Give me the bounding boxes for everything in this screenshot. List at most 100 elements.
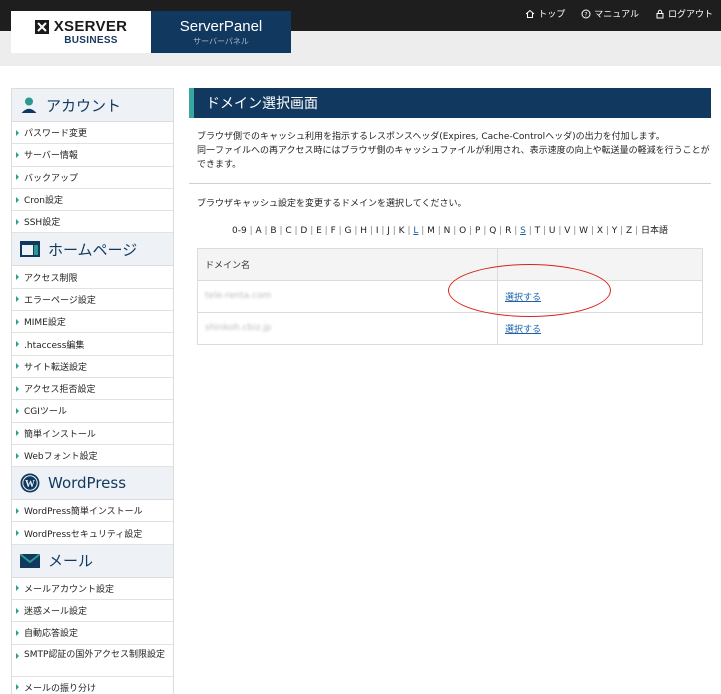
alphabet-separator: | (540, 225, 549, 236)
home-icon (525, 9, 535, 18)
description-line: 同一ファイルへの再アクセス時にはブラウザ側のキャッシュファイルが利用され、表示速… (197, 145, 710, 170)
bullet-icon (16, 218, 19, 225)
bullet-icon (16, 507, 19, 514)
bullet-icon (16, 318, 19, 325)
domain-name-cell: shinkoh.cbiz.jp (197, 311, 498, 345)
sidebar-item-webfont[interactable]: Webフォント設定 (12, 445, 173, 468)
alphabet-separator: | (351, 225, 361, 236)
alphabet-letter: 日本語 (640, 225, 668, 236)
bullet-icon (16, 129, 19, 136)
alphabet-separator: | (367, 225, 376, 236)
action-cell: 選択する (497, 311, 703, 345)
sidebar-item-mail-filter[interactable]: メールの振り分け (12, 677, 173, 694)
sidebar-item-label: アクセス拒否設定 (24, 385, 96, 396)
sidebar-section-mail: メール (12, 544, 173, 578)
sidebar-item-error-page[interactable]: エラーページ設定 (12, 289, 173, 312)
xserver-logo[interactable]: XSERVER BUSINESS (11, 11, 151, 53)
wordpress-icon: W (20, 473, 40, 493)
bullet-icon (16, 363, 19, 370)
sidebar-item-label: CGIツール (24, 407, 67, 418)
sidebar-item-label: サイト転送設定 (24, 362, 88, 373)
table-row: tele-renta.com 選択する (197, 279, 703, 313)
alphabet-separator: | (588, 225, 597, 236)
sidebar-item-label: メールの振り分け (24, 683, 97, 694)
sidebar-section-title: メール (48, 552, 94, 571)
sidebar-item-label: サーバー情報 (24, 151, 78, 162)
sidebar-item-smtp-restrict[interactable]: SMTP認証の国外アクセス制限設定 (12, 645, 173, 677)
sidebar-item-password[interactable]: パスワード変更 (12, 122, 173, 145)
serverpanel-logo[interactable]: ServerPanel サーバーパネル (151, 11, 291, 53)
svg-text:W: W (25, 479, 35, 490)
sidebar-item-label: 簡単インストール (24, 429, 96, 440)
alphabet-separator: | (555, 225, 565, 236)
sidebar-item-label: .htaccess編集 (24, 340, 85, 351)
bullet-icon (16, 407, 19, 414)
alphabet-separator: | (321, 225, 331, 236)
main-content: ドメイン選択画面 ブラウザ側でのキャッシュ利用を指示するレスポンスヘッダ(Exp… (189, 88, 711, 345)
table-row: shinkoh.cbiz.jp 選択する (197, 311, 703, 345)
sidebar-item-access-deny[interactable]: アクセス拒否設定 (12, 378, 173, 401)
description-line: ブラウザ側でのキャッシュ利用を指示するレスポンスヘッダ(Expires, Cac… (197, 132, 665, 142)
sidebar-item-ssh[interactable]: SSH設定 (12, 211, 173, 234)
sidebar-item-label: メールアカウント設定 (24, 584, 115, 595)
sidebar-item-easy-install[interactable]: 簡単インストール (12, 423, 173, 445)
select-domain-link[interactable]: 選択する (505, 293, 541, 303)
sidebar-item-spam[interactable]: 迷惑メール設定 (12, 600, 173, 623)
nav-top-link[interactable]: トップ (525, 7, 565, 20)
sidebar-item-label: MIME設定 (24, 318, 66, 329)
sidebar-section-title: ホームページ (48, 240, 138, 259)
nav-manual-link[interactable]: ? マニュアル (581, 7, 639, 20)
bullet-icon (16, 341, 19, 348)
select-domain-link[interactable]: 選択する (505, 325, 541, 335)
bullet-icon (16, 151, 19, 158)
sidebar-section-homepage: ホームページ (12, 233, 173, 267)
alphabet-letter: M (427, 225, 435, 236)
nav-manual-label: マニュアル (594, 10, 639, 20)
sidebar-item-cgi-tools[interactable]: CGIツール (12, 400, 173, 423)
logo-sub-text: BUSINESS (64, 35, 118, 46)
bullet-icon (16, 585, 19, 592)
bullet-icon (16, 452, 19, 459)
sidebar-item-htaccess[interactable]: .htaccess編集 (12, 333, 173, 356)
sidebar-item-label: SMTP認証の国外アクセス制限設定 (24, 649, 165, 660)
sidebar-item-cron[interactable]: Cron設定 (12, 189, 173, 212)
sidebar-item-label: WordPressセキュリティ設定 (24, 529, 143, 540)
sidebar-item-server-info[interactable]: サーバー情報 (12, 144, 173, 167)
alphabet-separator: | (496, 225, 506, 236)
column-header-domain: ドメイン名 (197, 247, 498, 281)
sidebar-section-wordpress: W WordPress (12, 467, 173, 501)
sidebar-item-access-limit[interactable]: アクセス制限 (12, 266, 173, 289)
sidebar-item-label: Webフォント設定 (24, 452, 98, 462)
alphabet-separator: | (389, 225, 399, 236)
bullet-icon (16, 430, 19, 437)
sidebar-section-title: アカウント (46, 96, 122, 115)
bullet-icon (16, 385, 19, 392)
instruction-text: ブラウザキャッシュ設定を変更するドメインを選択してください。 (197, 198, 467, 209)
nav-top-label: トップ (538, 10, 566, 20)
sidebar-item-wp-security[interactable]: WordPressセキュリティ設定 (12, 522, 173, 545)
top-nav: トップ ? マニュアル ログアウト (525, 7, 713, 20)
alphabet-separator: | (434, 225, 444, 236)
alphabet-filter: 0-9 | A | B | C | D | E | F | G | H | I … (189, 223, 711, 236)
nav-logout-link[interactable]: ログアウト (655, 7, 713, 20)
sidebar-item-mail-account[interactable]: メールアカウント設定 (12, 578, 173, 601)
bullet-icon (16, 629, 19, 636)
description: ブラウザ側でのキャッシュ利用を指示するレスポンスヘッダ(Expires, Cac… (189, 131, 711, 173)
page-title: ドメイン選択画面 (189, 88, 711, 118)
divider (189, 182, 711, 184)
sidebar-section-title: WordPress (48, 474, 127, 493)
sidebar-item-site-redirect[interactable]: サイト転送設定 (12, 356, 173, 378)
sidebar-item-mime[interactable]: MIME設定 (12, 311, 173, 334)
alphabet-separator: | (525, 225, 535, 236)
alphabet-letter: G (344, 225, 352, 236)
alphabet-letter: W (579, 225, 589, 236)
sidebar-item-backup[interactable]: バックアップ (12, 167, 173, 189)
sidebar-item-wp-install[interactable]: WordPress簡単インストール (12, 500, 173, 523)
sidebar-item-auto-reply[interactable]: 自動応答設定 (12, 622, 173, 645)
bullet-icon (16, 652, 19, 659)
action-cell: 選択する (497, 279, 703, 313)
sidebar-section-account: アカウント (12, 89, 173, 122)
alphabet-separator: | (418, 225, 428, 236)
alphabet-separator: | (632, 225, 641, 236)
alphabet-separator: | (511, 225, 521, 236)
